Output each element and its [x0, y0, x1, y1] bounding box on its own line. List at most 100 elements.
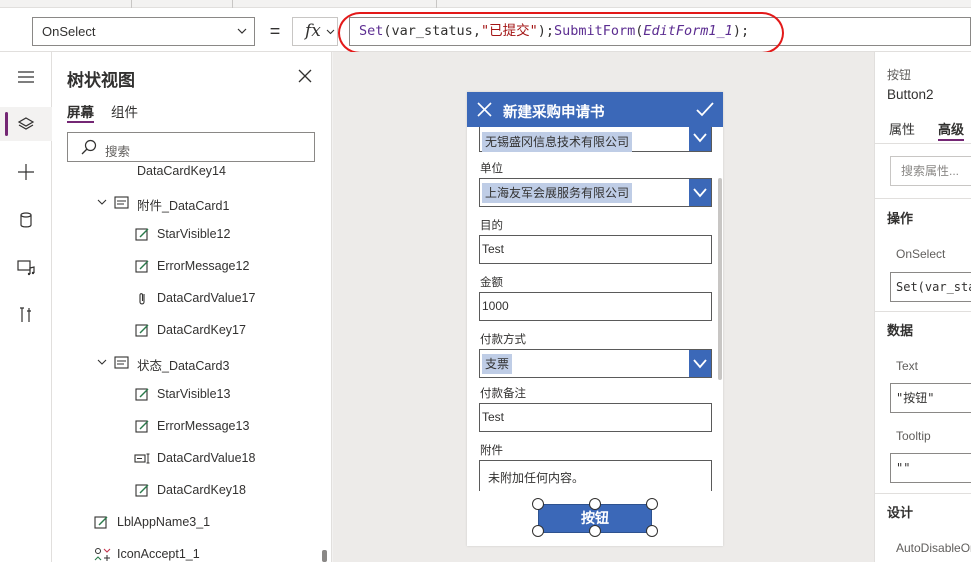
formula-token: ( — [383, 23, 392, 39]
tab-screens[interactable]: 屏幕 — [67, 101, 94, 123]
equals-sign: = — [269, 21, 281, 41]
company-dropdown[interactable]: 无锡盛冈信息技术有限公司 — [479, 127, 712, 152]
edit-text-icon — [135, 324, 149, 337]
edit-text-icon — [135, 228, 149, 241]
tree-item[interactable]: DataCardKey18 — [52, 474, 322, 506]
close-icon[interactable] — [477, 102, 492, 117]
property-search-input[interactable]: 搜索属性... — [890, 156, 971, 186]
tree-item[interactable]: DataCardKey17 — [52, 314, 322, 346]
media-icon — [17, 260, 35, 276]
tree-item-label: IconAccept1_1 — [117, 547, 200, 561]
divider — [875, 493, 971, 494]
purpose-input[interactable]: Test — [479, 235, 712, 264]
pay-method-dropdown-value: 支票 — [482, 354, 513, 374]
tree-item[interactable]: DataCardKey14 — [52, 165, 322, 184]
tree-item[interactable]: ErrorMessage12 — [52, 250, 322, 282]
database-icon — [20, 212, 32, 228]
formula-input[interactable]: Set(var_status,"已提交");SubmitForm(EditFor… — [349, 17, 971, 46]
tree-item-label: 附件_DataCard1 — [137, 199, 230, 213]
tree-item[interactable]: ErrorMessage13 — [52, 410, 322, 442]
text-prop-label: Text — [896, 359, 919, 373]
card-icon — [114, 196, 129, 209]
text-input-icon — [134, 453, 150, 464]
tree-item-label: DataCardKey14 — [137, 165, 226, 178]
pay-note-label: 付款备注 — [480, 388, 526, 400]
resize-handle[interactable] — [532, 525, 544, 537]
pay-note-input[interactable]: Test — [479, 403, 712, 432]
chevron-down-icon — [693, 359, 707, 369]
unit-dropdown[interactable]: 上海友军会展服务有限公司 — [479, 178, 712, 207]
card-icon — [114, 356, 129, 369]
property-dropdown[interactable]: OnSelect — [32, 17, 255, 46]
fx-button[interactable]: fx — [292, 17, 338, 46]
divider — [875, 143, 971, 144]
hamburger-menu-icon — [18, 71, 34, 83]
tree-item[interactable]: DataCardValue17 — [52, 282, 322, 314]
tree-item[interactable]: StarVisible12 — [52, 218, 322, 250]
edit-text-icon — [135, 260, 149, 273]
tree-item-label: 状态_DataCard3 — [137, 359, 230, 373]
formula-token: ); — [732, 23, 750, 39]
unit-dropdown-button[interactable] — [689, 179, 711, 206]
tree-item-label: DataCardKey17 — [157, 323, 246, 337]
formula-token: , — [472, 23, 481, 39]
tree-item[interactable]: IconAccept1_1 — [52, 538, 322, 562]
formula-token: "已提交" — [480, 23, 538, 39]
pay-method-dropdown[interactable]: 支票 — [479, 349, 712, 378]
resize-handle[interactable] — [589, 525, 601, 537]
resize-handle[interactable] — [589, 498, 601, 510]
tab-advanced[interactable]: 高级 — [938, 119, 965, 141]
tree-item[interactable]: StarVisible13 — [52, 378, 322, 410]
edit-text-icon — [135, 420, 149, 433]
top-strip — [0, 0, 971, 8]
tools-icon — [20, 307, 31, 322]
edit-text-icon — [135, 484, 149, 497]
text-prop-value[interactable]: "按钮" — [890, 383, 971, 413]
form-scrollbar[interactable] — [718, 178, 722, 380]
panel-title: 树状视图 — [67, 71, 135, 90]
purpose-label: 目的 — [480, 220, 503, 232]
company-dropdown-button[interactable] — [689, 127, 711, 151]
tree-item[interactable]: DataCardValue18 — [52, 442, 322, 474]
formula-bar: OnSelect = fx Set(var_status,"已提交");Subm… — [0, 8, 971, 52]
rail-media[interactable] — [0, 250, 52, 284]
attachment-box[interactable]: 未附加任何内容。 — [479, 460, 712, 491]
divider — [875, 198, 971, 199]
tab-properties[interactable]: 属性 — [889, 119, 915, 138]
chevron-down-icon — [97, 359, 107, 365]
tree-search-input[interactable]: 搜索 — [67, 132, 315, 162]
tree-item[interactable]: 附件_DataCard1 — [52, 186, 322, 218]
amount-input[interactable]: 1000 — [479, 292, 712, 321]
onselect-value[interactable]: Set(var_status, — [890, 272, 971, 302]
tab-components[interactable]: 组件 — [111, 101, 138, 121]
tree-item[interactable]: LblAppName3_1 — [52, 506, 322, 538]
rail-advanced-tools[interactable] — [0, 298, 52, 332]
rail-menu[interactable] — [0, 60, 52, 94]
resize-handle[interactable] — [646, 498, 658, 510]
tree-item-label: LblAppName3_1 — [117, 515, 211, 529]
tree-item[interactable]: 状态_DataCard3 — [52, 346, 322, 378]
unit-label: 单位 — [480, 163, 503, 175]
amount-label: 金额 — [480, 277, 503, 289]
autodisable-label: AutoDisableOnSelect — [896, 541, 971, 555]
resize-handle[interactable] — [532, 498, 544, 510]
chevron-down-icon — [237, 28, 247, 34]
tree-item-label: StarVisible13 — [157, 387, 231, 401]
rail-tree-view[interactable] — [0, 107, 52, 141]
control-name: Button2 — [887, 87, 934, 102]
tooltip-value[interactable]: "" — [890, 453, 971, 483]
rail-data[interactable] — [0, 203, 52, 237]
tree-item-label: StarVisible12 — [157, 227, 231, 241]
form-header: 新建采购申请书 — [467, 92, 723, 127]
unit-dropdown-value: 上海友军会展服务有限公司 — [482, 183, 633, 203]
pay-method-dropdown-button[interactable] — [689, 350, 711, 377]
resize-handle[interactable] — [646, 525, 658, 537]
close-icon[interactable] — [297, 68, 313, 84]
tree-item-label: DataCardKey18 — [157, 483, 246, 497]
tree-scrollbar[interactable] — [322, 550, 327, 562]
rail-insert[interactable] — [0, 155, 52, 189]
chevron-down-icon — [326, 29, 335, 35]
icon-control-icon — [94, 548, 111, 561]
pay-method-label: 付款方式 — [480, 334, 526, 346]
checkmark-icon[interactable] — [696, 101, 714, 118]
